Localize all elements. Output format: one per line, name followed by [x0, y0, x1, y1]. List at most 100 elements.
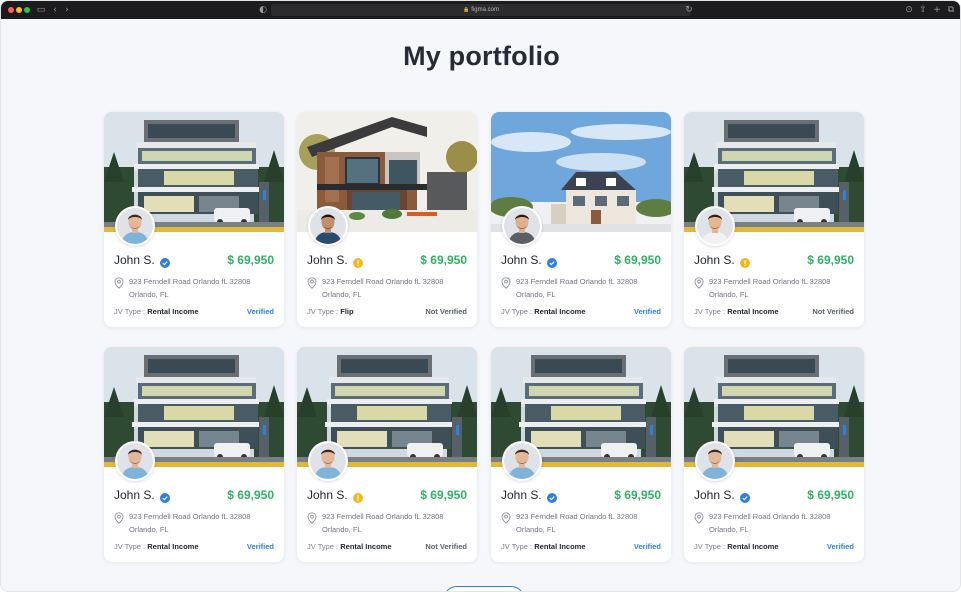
address-line-1: 923 Ferndell Road Orlando fL 32808	[516, 512, 638, 521]
address-line-1: 923 Ferndell Road Orlando fL 32808	[709, 277, 831, 286]
property-card[interactable]: John S. $ 69,950 923 Ferndell Road Orlan…	[684, 112, 864, 327]
property-card[interactable]: John S. $ 69,950 923 Ferndell Road Orlan…	[491, 112, 671, 327]
pending-badge-icon	[352, 255, 363, 268]
verified-badge-icon	[159, 490, 170, 503]
jv-type: JV Type : Rental Income	[694, 542, 779, 551]
property-card[interactable]: John S. $ 69,950 923 Ferndell Road Orlan…	[684, 347, 864, 562]
jv-type-label: JV Type :	[114, 307, 146, 316]
reload-icon[interactable]: ↻	[683, 4, 695, 16]
jv-type: JV Type : Rental Income	[501, 542, 586, 551]
location-pin-icon	[307, 276, 317, 289]
owner-row: John S.	[114, 487, 170, 503]
property-address: 923 Ferndell Road Orlando fL 32808 Orlan…	[307, 510, 472, 536]
location-pin-icon	[307, 511, 317, 524]
verified-badge-icon	[159, 255, 170, 268]
property-price: $ 69,950	[420, 253, 467, 267]
jv-type-label: JV Type :	[694, 307, 726, 316]
jv-type: JV Type : Flip	[307, 307, 354, 316]
property-price: $ 69,950	[420, 488, 467, 502]
pending-badge-icon	[739, 255, 750, 268]
property-price: $ 69,950	[614, 253, 661, 267]
load-more-button[interactable]	[443, 586, 525, 591]
page-title: My portfolio	[403, 41, 560, 71]
property-address: 923 Ferndell Road Orlando fL 32808 Orlan…	[307, 275, 472, 301]
property-price: $ 69,950	[227, 253, 274, 267]
maximize-window-button[interactable]	[24, 7, 30, 13]
avatar[interactable]	[115, 441, 155, 481]
minimize-window-button[interactable]	[16, 7, 22, 13]
avatar[interactable]	[695, 441, 735, 481]
owner-name: John S.	[307, 253, 348, 267]
verification-status: Not Verified	[425, 542, 467, 551]
property-address: 923 Ferndell Road Orlando fL 32808 Orlan…	[114, 510, 279, 536]
property-address: 923 Ferndell Road Orlando fL 32808 Orlan…	[501, 510, 666, 536]
property-price: $ 69,950	[807, 253, 854, 267]
property-card[interactable]: John S. $ 69,950 923 Ferndell Road Orlan…	[104, 347, 284, 562]
owner-row: John S.	[307, 252, 363, 268]
sidebar-icon[interactable]: ▭	[35, 4, 47, 16]
owner-row: John S.	[114, 252, 170, 268]
jv-type-value: Flip	[340, 307, 354, 316]
jv-type-label: JV Type :	[694, 542, 726, 551]
property-address: 923 Ferndell Road Orlando fL 32808 Orlan…	[694, 510, 859, 536]
back-icon[interactable]: ‹	[49, 4, 61, 16]
address-bar[interactable]: 🔒 figma.com	[271, 4, 691, 16]
forward-icon[interactable]: ›	[61, 4, 73, 16]
verification-status: Not Verified	[812, 307, 854, 316]
address-line-1: 923 Ferndell Road Orlando fL 32808	[709, 512, 831, 521]
address-line-2: Orlando, FL	[709, 525, 749, 534]
property-price: $ 69,950	[227, 488, 274, 502]
verified-badge-icon	[546, 255, 557, 268]
close-window-button[interactable]	[8, 7, 14, 13]
jv-type: JV Type : Rental Income	[694, 307, 779, 316]
privacy-shield-icon[interactable]: ◐	[257, 4, 269, 16]
owner-row: John S.	[307, 487, 363, 503]
avatar[interactable]	[502, 441, 542, 481]
address-line-1: 923 Ferndell Road Orlando fL 32808	[322, 277, 444, 286]
owner-row: John S.	[501, 487, 557, 503]
property-card[interactable]: John S. $ 69,950 923 Ferndell Road Orlan…	[297, 347, 477, 562]
new-tab-icon[interactable]: +	[931, 4, 943, 16]
jv-type-value: Rental Income	[147, 542, 199, 551]
avatar[interactable]	[115, 206, 155, 246]
jv-type-label: JV Type :	[501, 542, 533, 551]
download-icon[interactable]: ⊙	[903, 4, 915, 16]
verification-status: Verified	[826, 542, 854, 551]
jv-type-label: JV Type :	[307, 542, 339, 551]
browser-window: ▭ ‹ › ◐ 🔒 figma.com ↻ ⊙ ⇧ + ⧉ My portfoli…	[0, 0, 961, 592]
owner-row: John S.	[501, 252, 557, 268]
jv-type-value: Rental Income	[534, 542, 586, 551]
address-line-2: Orlando, FL	[516, 290, 556, 299]
owner-name: John S.	[694, 253, 735, 267]
avatar[interactable]	[308, 206, 348, 246]
property-card[interactable]: John S. $ 69,950 923 Ferndell Road Orlan…	[104, 112, 284, 327]
verification-status: Verified	[246, 542, 274, 551]
tab-overview-icon[interactable]: ⧉	[945, 4, 957, 16]
owner-name: John S.	[694, 488, 735, 502]
avatar[interactable]	[308, 441, 348, 481]
address-line-1: 923 Ferndell Road Orlando fL 32808	[322, 512, 444, 521]
jv-type: JV Type : Rental Income	[501, 307, 586, 316]
share-icon[interactable]: ⇧	[917, 4, 929, 16]
verified-badge-icon	[739, 490, 750, 503]
property-card[interactable]: John S. $ 69,950 923 Ferndell Road Orlan…	[297, 112, 477, 327]
jv-type-label: JV Type :	[501, 307, 533, 316]
avatar[interactable]	[695, 206, 735, 246]
location-pin-icon	[501, 511, 511, 524]
lock-icon: 🔒	[463, 7, 470, 13]
address-line-2: Orlando, FL	[322, 290, 362, 299]
property-address: 923 Ferndell Road Orlando fL 32808 Orlan…	[501, 275, 666, 301]
verification-status: Verified	[633, 307, 661, 316]
address-line-1: 923 Ferndell Road Orlando fL 32808	[516, 277, 638, 286]
owner-name: John S.	[307, 488, 348, 502]
location-pin-icon	[694, 511, 704, 524]
owner-name: John S.	[114, 253, 155, 267]
jv-type-value: Rental Income	[534, 307, 586, 316]
avatar[interactable]	[502, 206, 542, 246]
jv-type-value: Rental Income	[340, 542, 392, 551]
property-card[interactable]: John S. $ 69,950 923 Ferndell Road Orlan…	[491, 347, 671, 562]
jv-type: JV Type : Rental Income	[114, 542, 199, 551]
jv-type: JV Type : Rental Income	[114, 307, 199, 316]
owner-name: John S.	[501, 488, 542, 502]
address-line-2: Orlando, FL	[516, 525, 556, 534]
